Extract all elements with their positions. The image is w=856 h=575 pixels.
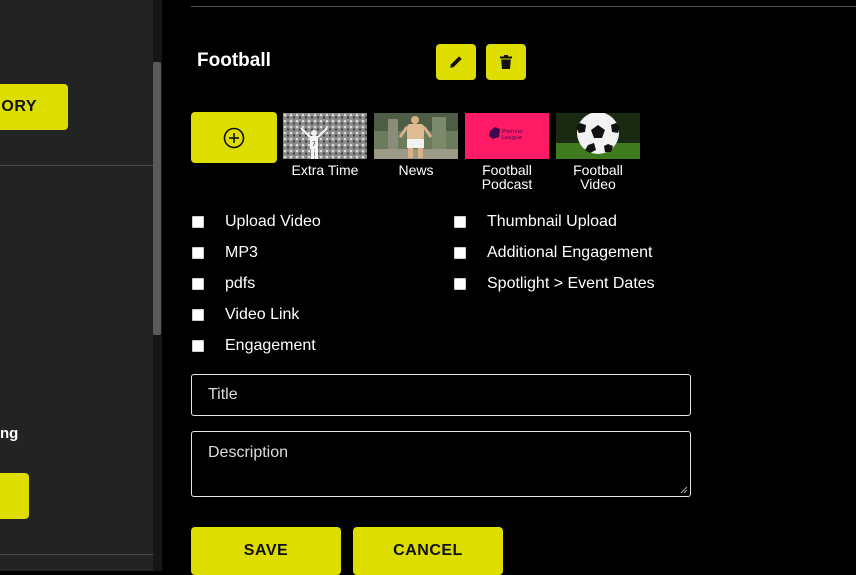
thumbnail-extra-time[interactable]: 7 <box>283 113 367 159</box>
sidebar-divider-bottom <box>0 554 153 555</box>
description-placeholder: Description <box>208 444 289 461</box>
option-pdfs[interactable]: pdfs <box>192 274 255 294</box>
svg-text:7: 7 <box>312 141 316 148</box>
thumbnail-label-football-video-2: Video <box>580 176 616 192</box>
thumbnail-football-podcast[interactable]: Premier League <box>465 113 549 159</box>
title-input[interactable]: Title <box>191 374 691 416</box>
checkbox[interactable] <box>192 340 204 352</box>
thumbnail-label-football-video-1: Football <box>573 162 623 178</box>
option-label: Video Link <box>225 306 300 323</box>
option-additional-engagement[interactable]: Additional Engagement <box>454 243 652 263</box>
category-title: Football <box>197 50 271 71</box>
option-label: Spotlight > Event Dates <box>487 275 655 292</box>
checkbox[interactable] <box>192 278 204 290</box>
thumbnail-label-news: News <box>398 162 434 178</box>
title-placeholder: Title <box>208 386 238 403</box>
sidebar-label: ng <box>0 425 19 442</box>
option-engagement[interactable]: Engagement <box>192 336 316 356</box>
option-label: pdfs <box>225 275 256 292</box>
option-spotlight-event-dates[interactable]: Spotlight > Event Dates <box>454 274 655 294</box>
option-label: MP3 <box>225 244 258 261</box>
trash-icon <box>500 55 512 69</box>
resize-grip-icon[interactable] <box>680 486 688 494</box>
left-panel: GORY ng <box>0 0 153 571</box>
premier-league-logo-line-2: League <box>502 135 523 141</box>
checkbox[interactable] <box>454 216 466 228</box>
option-label: Thumbnail Upload <box>487 213 617 230</box>
description-textarea[interactable]: Description <box>191 431 691 497</box>
checkbox[interactable] <box>192 247 204 259</box>
save-button[interactable]: SAVE <box>191 527 341 575</box>
checkbox[interactable] <box>192 309 204 321</box>
section-divider <box>191 6 856 7</box>
sidebar-scrollbar-thumb[interactable] <box>153 62 161 335</box>
thumbnail-label-football-podcast-2: Podcast <box>481 176 533 192</box>
add-media-button[interactable] <box>191 112 277 163</box>
add-category-button[interactable]: GORY <box>0 84 68 130</box>
checkbox[interactable] <box>454 278 466 290</box>
option-mp3[interactable]: MP3 <box>192 243 258 263</box>
thumbnail-football-video[interactable] <box>556 113 640 159</box>
thumbnail-label-extra-time: Extra Time <box>291 162 359 178</box>
option-label: Upload Video <box>225 213 321 230</box>
checkbox[interactable] <box>192 216 204 228</box>
cancel-button[interactable]: CANCEL <box>353 527 503 575</box>
option-label: Engagement <box>225 337 316 354</box>
sidebar-action-button[interactable] <box>0 473 29 519</box>
thumbnail-label-football-podcast-1: Football <box>482 162 532 178</box>
delete-category-button[interactable] <box>486 44 526 80</box>
option-upload-video[interactable]: Upload Video <box>192 212 321 232</box>
sidebar-divider <box>0 165 153 166</box>
thumbnail-news[interactable] <box>374 113 458 159</box>
pencil-icon <box>450 56 462 68</box>
option-video-link[interactable]: Video Link <box>192 305 299 325</box>
option-label: Additional Engagement <box>487 244 653 261</box>
edit-category-button[interactable] <box>436 44 476 80</box>
circle-plus-icon <box>223 127 245 148</box>
option-thumbnail-upload[interactable]: Thumbnail Upload <box>454 212 617 232</box>
checkbox[interactable] <box>454 247 466 259</box>
